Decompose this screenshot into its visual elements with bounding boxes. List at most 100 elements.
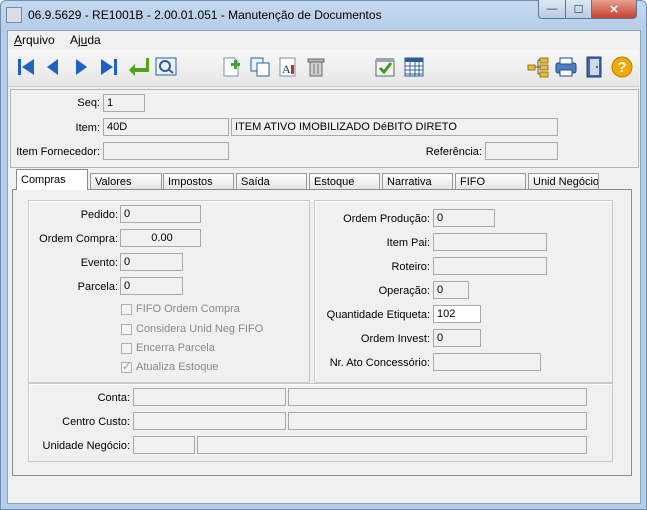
- delete-icon: [307, 58, 325, 77]
- parcela-field[interactable]: 0: [120, 277, 183, 295]
- checkbox-box: [121, 360, 132, 373]
- window-title: 06.9.5629 - RE1001B - 2.00.01.051 - Manu…: [28, 8, 382, 22]
- tab-unid-negocio[interactable]: Unid Negócio: [528, 173, 599, 189]
- centro-custo-code-field[interactable]: [133, 412, 286, 430]
- operacao-label: Operação:: [378, 285, 430, 297]
- checkbox-box: [121, 323, 132, 335]
- centro-custo-label: Centro Custo:: [62, 416, 130, 428]
- quantidade-etiqueta-label: Quantidade Etiqueta:: [326, 309, 430, 321]
- item-fornecedor-label: Item Fornecedor:: [16, 146, 100, 158]
- svg-text:A: A: [282, 62, 291, 76]
- checkbox-box: [121, 342, 132, 354]
- search-button[interactable]: [153, 54, 179, 80]
- item-pai-field[interactable]: [433, 233, 547, 251]
- app-icon: [6, 7, 22, 23]
- tab-estoque[interactable]: Estoque: [309, 173, 380, 189]
- ordem-producao-field[interactable]: 0: [433, 209, 495, 227]
- copy-icon: [250, 57, 270, 77]
- quantidade-etiqueta-field[interactable]: 102: [433, 305, 481, 323]
- tree-view-button[interactable]: [525, 54, 551, 80]
- tab-compras[interactable]: Compras: [16, 169, 88, 190]
- evento-field[interactable]: 0: [120, 253, 183, 271]
- conta-description-field[interactable]: [288, 388, 587, 406]
- item-fornecedor-field[interactable]: [103, 142, 229, 160]
- checkbox-label: Encerra Parcela: [136, 342, 215, 354]
- exit-button[interactable]: [581, 54, 607, 80]
- first-icon: [18, 59, 34, 75]
- checkbox-box: [121, 303, 132, 315]
- goto-icon: [129, 58, 149, 76]
- first-record-button[interactable]: [13, 54, 39, 80]
- unidade-negocio-label: Unidade Negócio:: [42, 440, 130, 452]
- seq-field[interactable]: 1: [103, 94, 145, 112]
- fifo-ordem-compra-checkbox[interactable]: FIFO Ordem Compra: [121, 303, 240, 315]
- print-icon: [555, 57, 577, 77]
- referencia-label: Referência:: [425, 146, 482, 158]
- tab-fifo[interactable]: FIFO: [455, 173, 526, 189]
- pedido-field[interactable]: 0: [120, 205, 201, 223]
- close-button[interactable]: ✕: [591, 0, 637, 19]
- previous-record-button[interactable]: [40, 54, 66, 80]
- checkbox-label: Considera Unid Neg FIFO: [136, 323, 264, 335]
- parcela-label: Parcela:: [77, 281, 118, 293]
- edit-record-button[interactable]: A: [275, 54, 301, 80]
- confirm-icon: [375, 58, 395, 77]
- conta-code-field[interactable]: [133, 388, 286, 406]
- search-icon: [155, 57, 177, 76]
- seq-label: Seq:: [77, 97, 100, 109]
- svg-text:?: ?: [618, 59, 627, 76]
- help-icon: ?: [611, 56, 633, 78]
- encerra-parcela-checkbox[interactable]: Encerra Parcela: [121, 342, 215, 354]
- ordem-invest-field[interactable]: 0: [433, 329, 481, 347]
- ordem-producao-label: Ordem Produção:: [343, 213, 430, 225]
- exit-icon: [586, 56, 602, 78]
- item-label: Item:: [75, 122, 100, 134]
- checkbox-label: FIFO Ordem Compra: [136, 303, 240, 315]
- nr-ato-concessorio-field[interactable]: [433, 353, 541, 371]
- referencia-field[interactable]: [485, 142, 558, 160]
- roteiro-field[interactable]: [433, 257, 547, 275]
- considera-unid-neg-fifo-checkbox[interactable]: Considera Unid Neg FIFO: [121, 323, 263, 335]
- tab-valores[interactable]: Valores: [90, 173, 162, 189]
- ordem-invest-label: Ordem Invest:: [360, 333, 430, 345]
- new-icon: [223, 57, 240, 77]
- goto-button[interactable]: [125, 54, 151, 80]
- tab-saida[interactable]: Saída: [236, 173, 307, 189]
- delete-record-button[interactable]: [303, 54, 329, 80]
- next-record-button[interactable]: [68, 54, 94, 80]
- next-icon: [76, 59, 87, 75]
- tab-impostos[interactable]: Impostos: [163, 173, 234, 189]
- maximize-button[interactable]: ☐: [565, 0, 592, 19]
- centro-custo-description-field[interactable]: [288, 412, 587, 430]
- unidade-negocio-code-field[interactable]: [133, 436, 195, 454]
- ordem-compra-field[interactable]: 0.00: [120, 229, 201, 247]
- print-button[interactable]: [553, 54, 579, 80]
- item-description-field[interactable]: ITEM ATIVO IMOBILIZADO DéBITO DIRETO: [231, 118, 558, 136]
- minimize-button[interactable]: —: [538, 0, 566, 19]
- prev-icon: [47, 59, 58, 75]
- title-bar: 06.9.5629 - RE1001B - 2.00.01.051 - Manu…: [0, 0, 647, 30]
- tree-icon: [527, 57, 549, 78]
- edit-icon: A: [279, 57, 296, 77]
- unidade-negocio-description-field[interactable]: [197, 436, 587, 454]
- last-record-button[interactable]: [96, 54, 122, 80]
- atualiza-estoque-checkbox[interactable]: Atualiza Estoque: [121, 360, 219, 373]
- conta-label: Conta:: [97, 392, 130, 404]
- operacao-field[interactable]: 0: [433, 281, 469, 299]
- confirm-button[interactable]: [372, 54, 398, 80]
- copy-record-button[interactable]: [247, 54, 273, 80]
- calendar-button[interactable]: [401, 54, 427, 80]
- checkbox-label: Atualiza Estoque: [136, 361, 219, 373]
- last-icon: [101, 59, 117, 75]
- new-record-button[interactable]: [218, 54, 244, 80]
- ordem-compra-label: Ordem Compra:: [39, 233, 118, 245]
- menu-arquivo[interactable]: Arquivo: [14, 33, 55, 47]
- menu-bar: [8, 31, 639, 49]
- menu-ajuda[interactable]: Ajuda: [70, 33, 101, 47]
- item-code-field[interactable]: 40D: [103, 118, 229, 136]
- help-button[interactable]: ?: [609, 54, 635, 80]
- tab-narrativa[interactable]: Narrativa: [382, 173, 453, 189]
- roteiro-label: Roteiro:: [391, 261, 430, 273]
- calendar-icon: [404, 57, 424, 77]
- evento-label: Evento:: [80, 257, 118, 269]
